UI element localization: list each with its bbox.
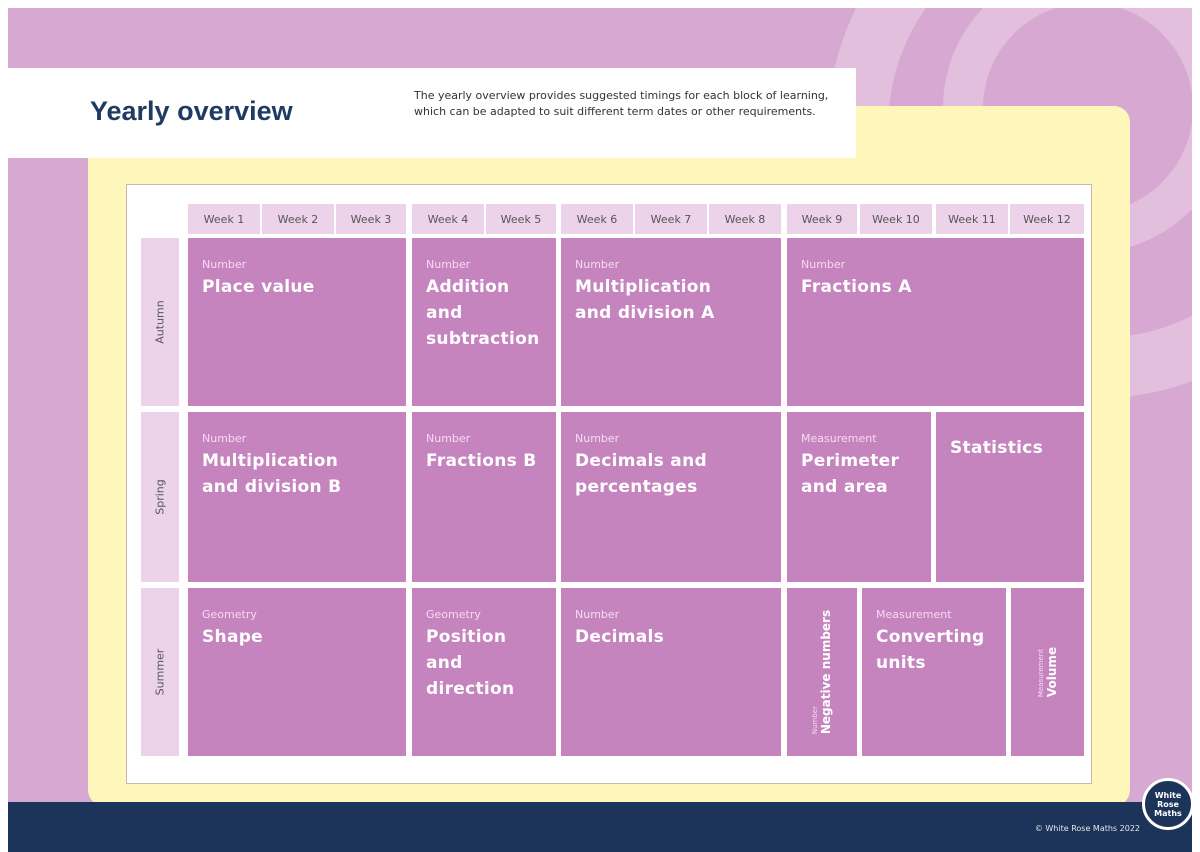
- term-label-text: Spring: [153, 479, 167, 515]
- block-title: Converting units: [876, 627, 985, 673]
- block-fractions-b: Number Fractions B: [412, 412, 556, 582]
- block-position-direction: Geometry Position and direction: [412, 588, 556, 756]
- block-title: Statistics: [950, 438, 1044, 458]
- week-header-9: Week 9: [787, 204, 857, 234]
- block-category: Number: [202, 258, 247, 271]
- block-place-value: Number Place value: [188, 238, 406, 406]
- block-title: Multiplication and division A: [575, 277, 715, 323]
- block-category: Measurement: [1036, 649, 1045, 698]
- block-title: Multiplication and division B: [202, 451, 342, 497]
- block-multiplication-division-a: Number Multiplication and division A: [561, 238, 781, 406]
- block-title: Negative numbers: [819, 609, 833, 735]
- block-title: Decimals: [575, 627, 665, 647]
- week-header-3: Week 3: [336, 204, 406, 234]
- block-category: Geometry: [426, 608, 481, 621]
- block-shape: Geometry Shape: [188, 588, 406, 756]
- block-category: Measurement: [876, 608, 952, 621]
- block-volume: Measurement Volume: [1011, 588, 1084, 756]
- block-title: Volume: [1044, 646, 1059, 698]
- block-title: Place value: [202, 277, 315, 297]
- page-title: Yearly overview: [90, 96, 293, 126]
- week-header-6: Week 6: [561, 204, 633, 234]
- white-rose-maths-logo: White Rose Maths: [1142, 778, 1194, 830]
- block-title: Fractions B: [426, 451, 537, 471]
- block-category: Number: [426, 432, 471, 445]
- block-title: Perimeter and area: [801, 451, 900, 497]
- term-label-text: Summer: [153, 648, 167, 696]
- logo-line: White: [1154, 790, 1182, 800]
- week-header-2: Week 2: [262, 204, 334, 234]
- block-category: Number: [202, 432, 247, 445]
- term-label-spring: Spring: [141, 412, 179, 582]
- block-decimals-percentages: Number Decimals and percentages: [561, 412, 781, 582]
- block-title: Shape: [202, 627, 264, 647]
- footer-bar: © White Rose Maths 2022: [8, 802, 1192, 852]
- week-header-1: Week 1: [188, 204, 260, 234]
- block-category: Number: [811, 706, 819, 735]
- copyright-text: © White Rose Maths 2022: [1034, 824, 1140, 833]
- term-label-text: Autumn: [153, 300, 167, 344]
- week-header-5: Week 5: [486, 204, 556, 234]
- week-header-11: Week 11: [936, 204, 1008, 234]
- block-category: Number: [575, 432, 620, 445]
- week-header-8: Week 8: [709, 204, 781, 234]
- block-negative-numbers: Number Negative numbers: [787, 588, 857, 756]
- block-fractions-a: Number Fractions A: [787, 238, 1084, 406]
- term-label-autumn: Autumn: [141, 238, 179, 406]
- block-decimals: Number Decimals: [561, 588, 781, 756]
- block-multiplication-division-b: Number Multiplication and division B: [188, 412, 406, 582]
- block-category: Number: [426, 258, 471, 271]
- page-description: The yearly overview provides suggested t…: [414, 89, 829, 118]
- block-category: Number: [801, 258, 846, 271]
- block-category: Measurement: [801, 432, 877, 445]
- logo-line: Maths: [1154, 808, 1182, 818]
- block-category: Number: [575, 608, 620, 621]
- block-perimeter-area: Measurement Perimeter and area: [787, 412, 931, 582]
- week-header-7: Week 7: [635, 204, 707, 234]
- block-converting-units: Measurement Converting units: [862, 588, 1006, 756]
- block-addition-subtraction: Number Addition and subtraction: [412, 238, 556, 406]
- block-title: Position and direction: [426, 627, 515, 699]
- block-category: Number: [575, 258, 620, 271]
- block-category: Geometry: [202, 608, 257, 621]
- logo-line: Rose: [1157, 799, 1179, 809]
- term-label-summer: Summer: [141, 588, 179, 756]
- week-header-4: Week 4: [412, 204, 484, 234]
- block-statistics: Statistics: [936, 412, 1084, 582]
- block-title: Addition and subtraction: [426, 277, 540, 349]
- block-title: Decimals and percentages: [575, 451, 707, 497]
- week-header-10: Week 10: [860, 204, 932, 234]
- block-title: Fractions A: [801, 277, 912, 297]
- week-header-12: Week 12: [1010, 204, 1084, 234]
